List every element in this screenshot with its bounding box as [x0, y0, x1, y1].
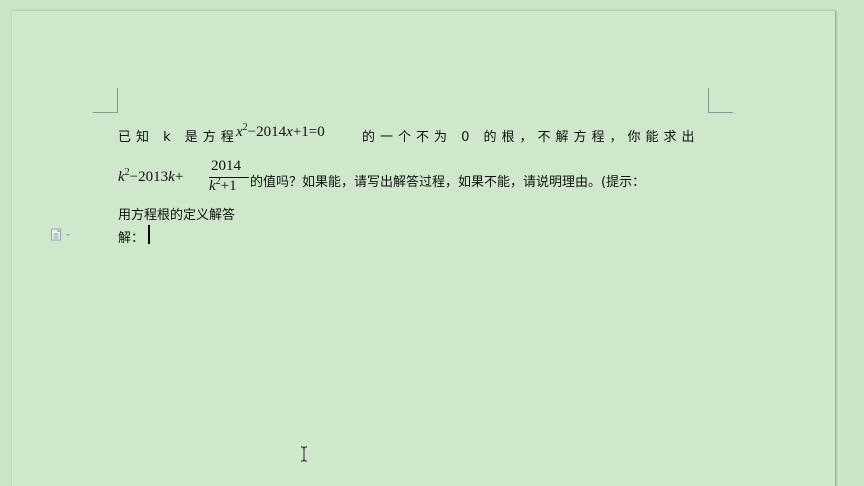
lead-var-k2: k: [168, 169, 175, 185]
eq-rest2: +1=0: [292, 124, 325, 140]
den-var-k: k: [209, 178, 216, 194]
line1-prefix: 已知 k 是方程: [118, 130, 239, 145]
line1-equation: x2−2014x+1=0: [236, 123, 325, 141]
fraction: 2014 k2+1: [209, 158, 249, 196]
text-caret: [148, 225, 150, 244]
lead-rest: −2013: [129, 169, 169, 185]
page-shadow: [835, 11, 838, 486]
den-rest: +1: [220, 178, 237, 194]
margin-corner-top-left: [93, 88, 118, 113]
line1-suffix: 的一个不为 0 的根，不解方程，你能求出: [362, 130, 700, 145]
eq-var-x2: x: [286, 124, 293, 140]
doc-options-icon[interactable]: [50, 227, 76, 241]
lead-plus: +: [174, 169, 184, 185]
fraction-denominator: k2+1: [209, 177, 237, 195]
eq-rest1: −2014: [247, 124, 287, 140]
eq-var-x: x: [236, 124, 243, 140]
document-page[interactable]: [12, 11, 835, 486]
line2-lead: k2−2013k+: [118, 168, 184, 186]
text-ibeam-cursor-icon: [299, 446, 309, 462]
lead-var-k: k: [118, 169, 125, 185]
line4-answer-label: 解：: [118, 231, 145, 246]
line3-hint: 用方程根的定义解答: [118, 208, 236, 223]
document-window: 已知 k 是方程 x2−2014x+1=0 的一个不为 0 的根，不解方程，你能…: [0, 0, 864, 486]
line2-suffix: 的值吗？如果能，请写出解答过程，如果不能，请说明理由。(提示：: [250, 175, 646, 190]
margin-corner-top-right: [708, 88, 733, 113]
fraction-numerator: 2014: [211, 158, 241, 174]
